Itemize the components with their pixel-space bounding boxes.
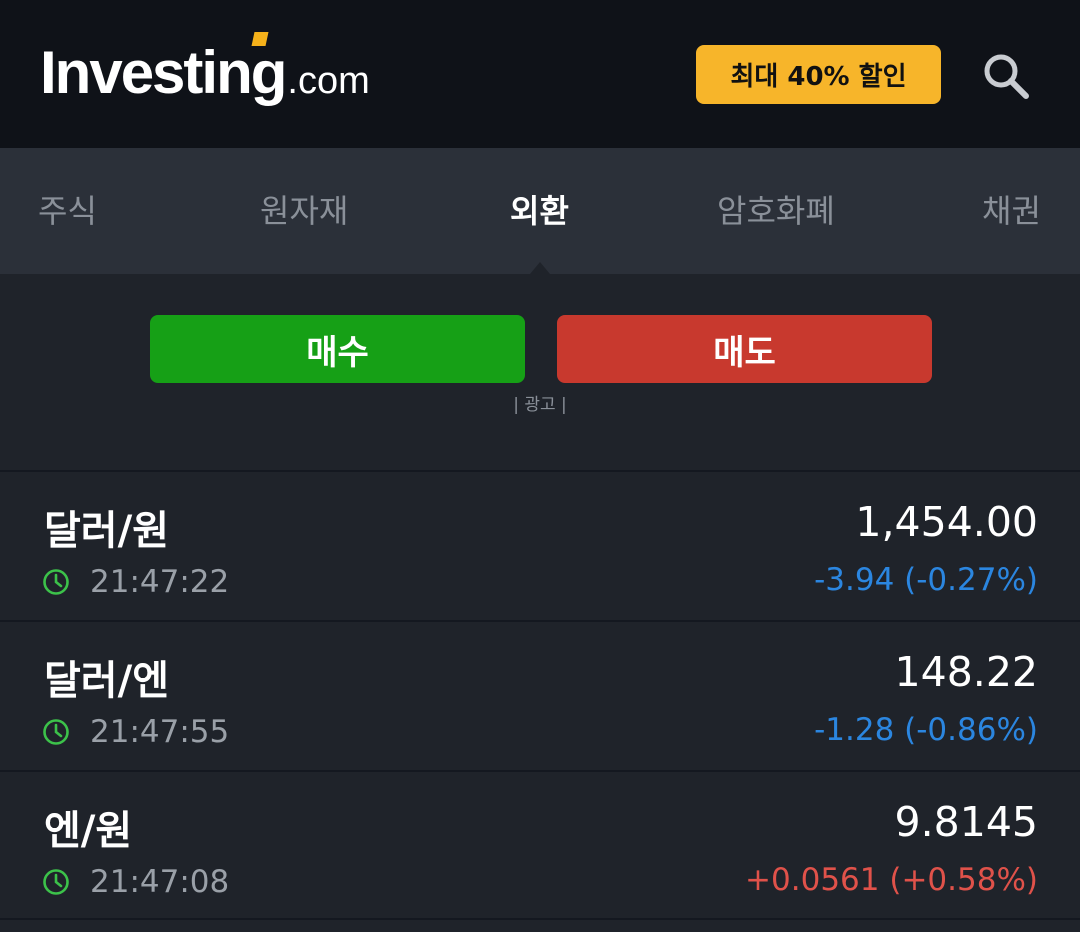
- tab-stocks[interactable]: 주식: [38, 186, 97, 232]
- quote-row[interactable]: 달러/원 21:47:22 1,454.00 -3.94 (-0.27%): [0, 470, 1080, 620]
- quote-change: -1.28 (-0.86%): [814, 712, 1038, 748]
- quote-timestamp: 21:47:55: [90, 714, 230, 750]
- buy-button[interactable]: 매수: [150, 315, 525, 383]
- quote-time: 21:47:08: [42, 864, 229, 900]
- ad-banner: 매수 매도 | 광고 |: [0, 274, 1080, 470]
- logo-suffix: .com: [287, 60, 370, 102]
- tab-bonds[interactable]: 채권: [982, 186, 1041, 232]
- quote-pair-name: 달러/원: [44, 508, 170, 554]
- tab-commodities[interactable]: 원자재: [260, 186, 348, 232]
- clock-icon: [43, 869, 69, 895]
- quote-timestamp: 21:47:22: [90, 564, 230, 600]
- logo-wordmark: Investing: [40, 39, 287, 106]
- quote-list: 달러/원 21:47:22 1,454.00 -3.94 (-0.27%) 달러…: [0, 470, 1080, 920]
- tab-crypto[interactable]: 암호화폐: [717, 186, 835, 232]
- quote-row[interactable]: 엔/원 21:47:08 9.8145 +0.0561 (+0.58%): [0, 770, 1080, 920]
- quote-row[interactable]: 달러/엔 21:47:55 148.22 -1.28 (-0.86%): [0, 620, 1080, 770]
- market-category-tabs: 주식 원자재 외환 암호화폐 채권: [0, 148, 1080, 274]
- quote-time: 21:47:55: [42, 714, 229, 750]
- quote-price: 9.8145: [894, 798, 1038, 846]
- promo-discount-button[interactable]: 최대 40% 할인: [696, 45, 941, 104]
- active-tab-pointer: [530, 262, 550, 274]
- quote-time: 21:47:22: [42, 564, 229, 600]
- logo-accent-mark: [251, 32, 269, 46]
- quote-pair-name: 엔/원: [44, 808, 133, 854]
- quote-timestamp: 21:47:08: [90, 864, 230, 900]
- clock-icon: [43, 569, 69, 595]
- tab-forex[interactable]: 외환: [510, 186, 569, 232]
- quote-change: -3.94 (-0.27%): [814, 562, 1038, 598]
- quote-price: 1,454.00: [855, 498, 1038, 546]
- quote-pair-name: 달러/엔: [44, 658, 170, 704]
- clock-icon: [43, 719, 69, 745]
- investing-logo[interactable]: Investing .com: [40, 32, 370, 108]
- quote-price: 148.22: [894, 648, 1038, 696]
- quote-change: +0.0561 (+0.58%): [745, 862, 1038, 898]
- sell-button[interactable]: 매도: [557, 315, 932, 383]
- ad-label: | 광고 |: [513, 395, 567, 415]
- app-header: Investing .com 최대 40% 할인: [0, 0, 1080, 148]
- search-icon[interactable]: [980, 50, 1032, 102]
